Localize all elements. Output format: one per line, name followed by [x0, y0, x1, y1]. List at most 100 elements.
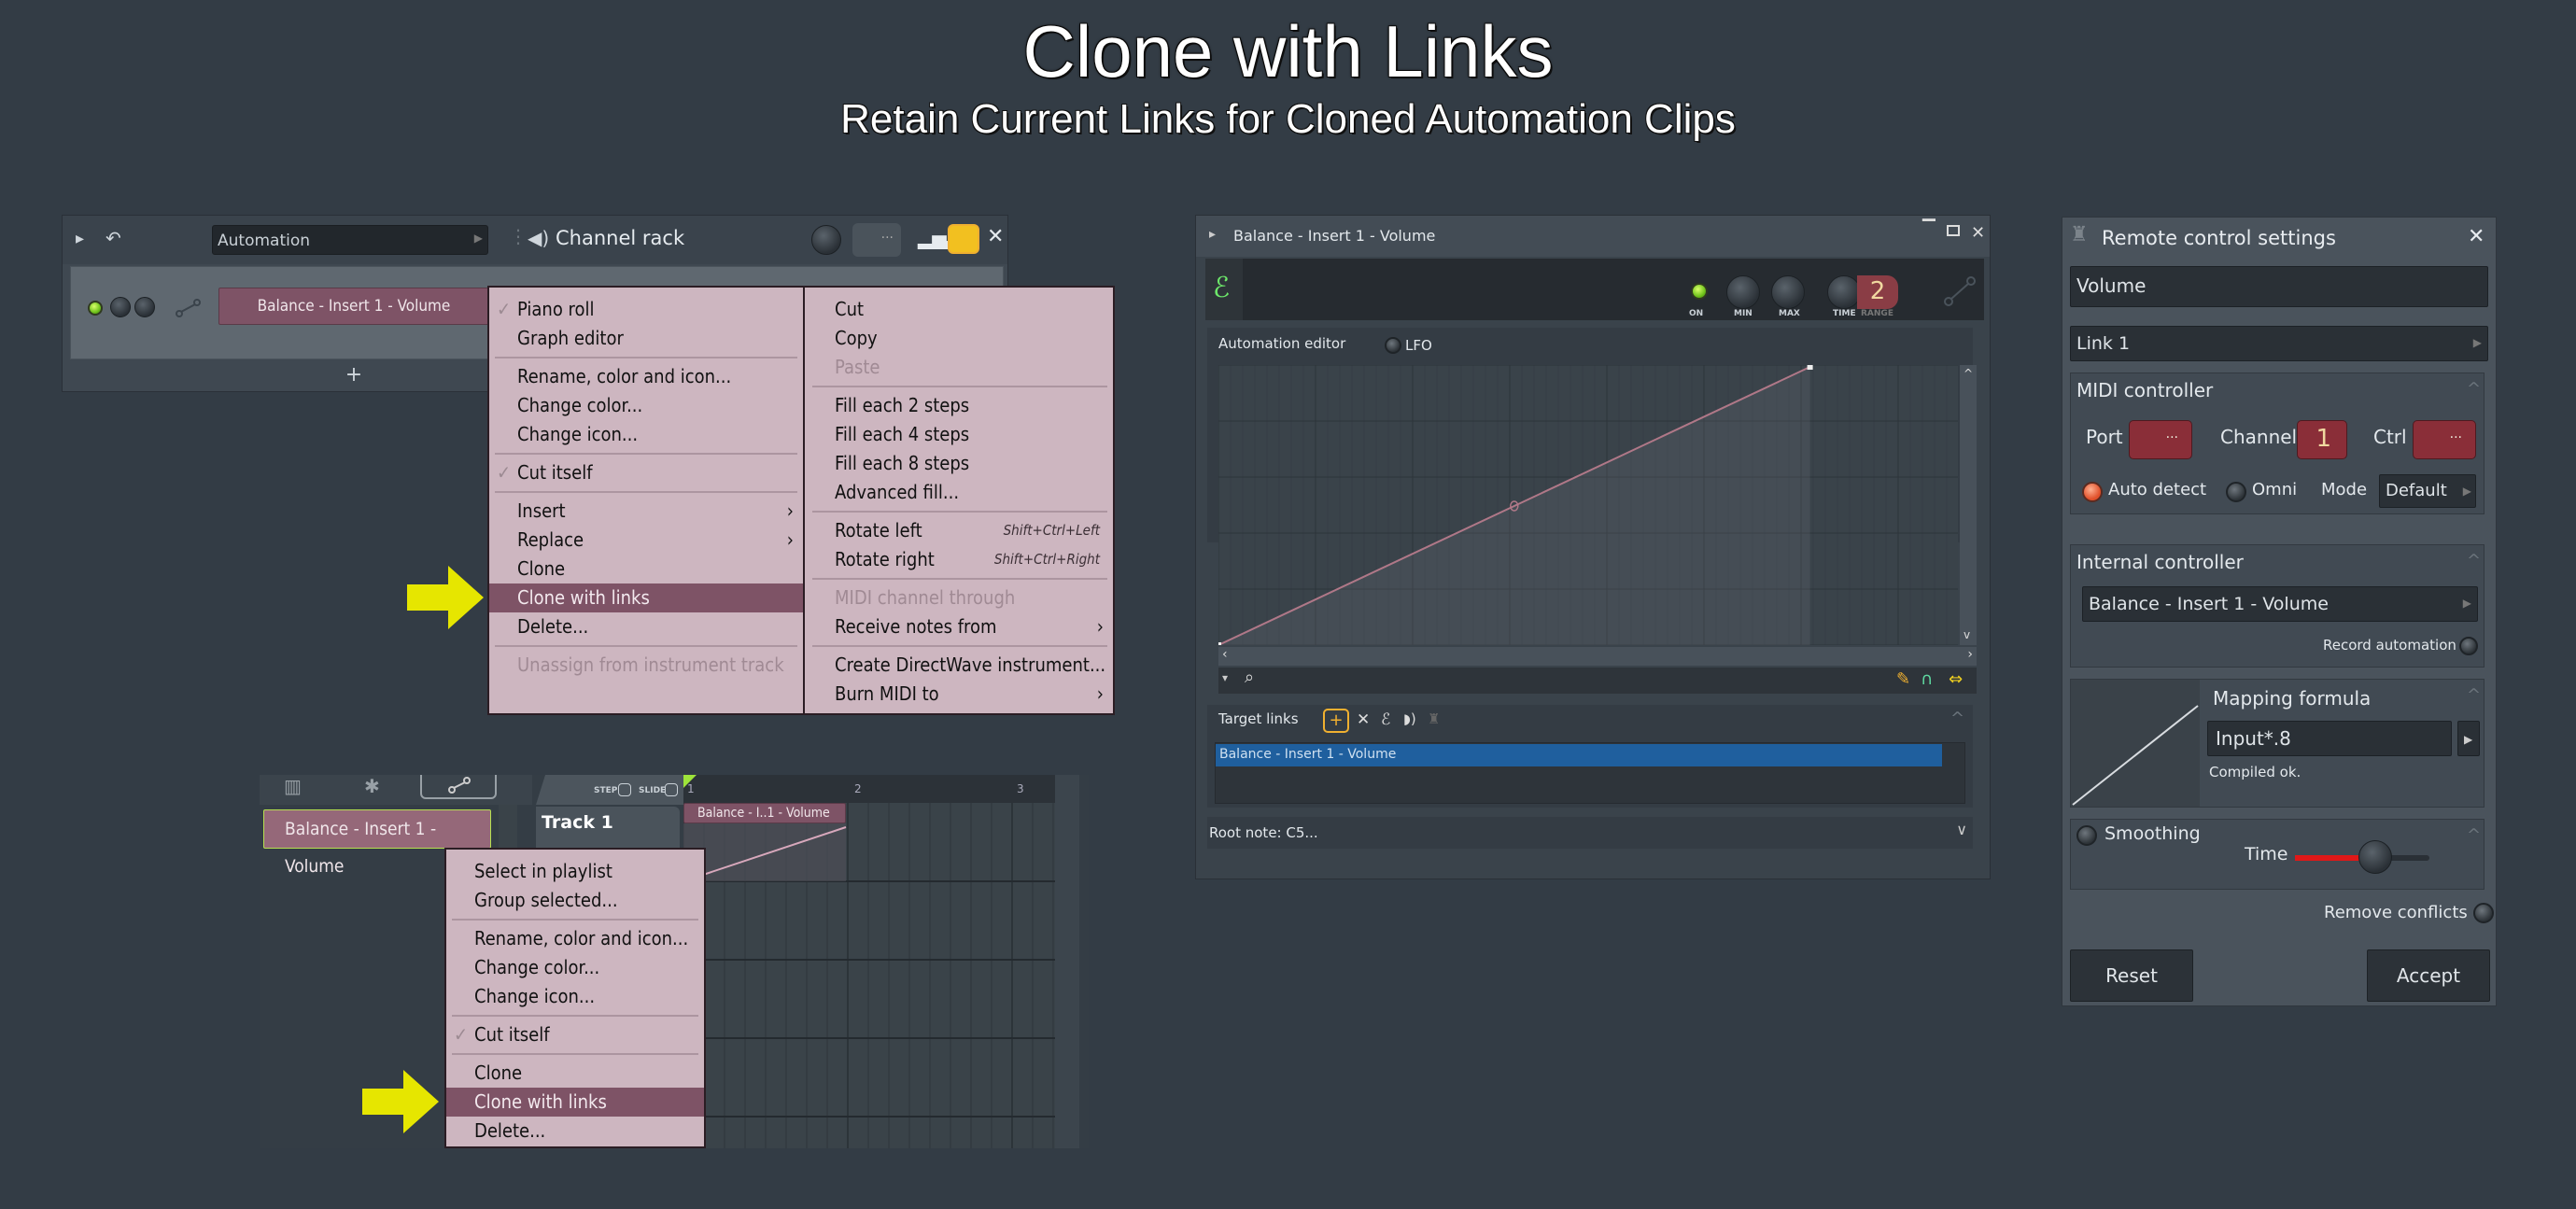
collapse-icon[interactable]: ^ — [2467, 551, 2481, 570]
menu-item-graph-editor[interactable]: Graph editor — [489, 324, 803, 353]
playlist-clip[interactable]: Balance - I..1 - Volume — [683, 803, 846, 823]
menu-item-clone-with-links[interactable]: Clone with links — [489, 583, 803, 612]
channel-selector[interactable]: 1 — [2297, 420, 2347, 459]
collapse-icon[interactable]: ^ — [2467, 379, 2481, 399]
close-icon[interactable]: ✕ — [2468, 225, 2485, 248]
menu-item-delete[interactable]: Delete... — [489, 612, 803, 641]
formula-input[interactable]: Input*.8 — [2207, 721, 2452, 756]
close-icon[interactable]: ✕ — [987, 225, 1004, 248]
menu-item-clone[interactable]: Clone — [489, 555, 803, 583]
menu-item-clone-with-links[interactable]: Clone with links — [446, 1088, 704, 1117]
link-select[interactable]: Link 1 ▶ — [2070, 326, 2488, 361]
root-note-bar[interactable]: Root note: C5... ∨ — [1207, 817, 1973, 849]
port-selector[interactable]: ··· — [2129, 420, 2192, 459]
minimize-icon[interactable]: ▔ — [1922, 219, 1936, 239]
drag-handle-icon[interactable]: ⋮ — [509, 225, 528, 247]
menu-item-rotate-left[interactable]: Rotate left Shift+Ctrl+Left — [807, 516, 1113, 545]
min-knob[interactable] — [1726, 275, 1760, 309]
menu-item-rotate-right[interactable]: Rotate right Shift+Ctrl+Right — [807, 545, 1113, 574]
playlist-scrollbar[interactable] — [1055, 775, 1079, 1148]
slider-handle[interactable] — [2358, 840, 2392, 874]
add-channel-button[interactable]: + — [343, 363, 365, 387]
speaker-icon[interactable]: ◀) — [528, 227, 549, 249]
smoothing-time-slider[interactable] — [2295, 840, 2429, 874]
wrench-icon[interactable]: ℰ — [1213, 272, 1230, 304]
link-input-icon[interactable]: ◗) — [1403, 710, 1416, 727]
menu-item-burn-midi-to[interactable]: Burn MIDI to › — [807, 680, 1113, 709]
lfo-toggle[interactable] — [1385, 337, 1401, 354]
menu-item-delete[interactable]: Delete... — [446, 1117, 704, 1146]
remove-conflicts-toggle[interactable] — [2473, 903, 2494, 923]
horizontal-scrollbar[interactable]: ‹ › — [1218, 647, 1977, 666]
mode-select[interactable]: Default ▶ — [2379, 474, 2476, 508]
time-knob[interactable] — [1827, 275, 1861, 309]
menu-item-advanced-fill[interactable]: Advanced fill... — [807, 478, 1113, 507]
collapse-icon[interactable]: ^ — [2467, 825, 2481, 845]
menu-item-copy[interactable]: Copy — [807, 324, 1113, 353]
on-led[interactable] — [1691, 283, 1708, 300]
envelope-point[interactable] — [1807, 365, 1813, 370]
close-icon[interactable]: ✕ — [1971, 223, 1985, 243]
menu-item-cut[interactable]: Cut — [807, 295, 1113, 324]
menu-item-rename-color-and-icon[interactable]: Rename, color and icon... — [489, 362, 803, 391]
menu-item-clone[interactable]: Clone — [446, 1059, 704, 1088]
menu-item-replace[interactable]: Replace › — [489, 526, 803, 555]
menu-item-cut-itself[interactable]: ✓ Cut itself — [446, 1020, 704, 1049]
timeline-ruler[interactable]: 1 2 3 — [683, 775, 1055, 803]
range-display[interactable]: 2 — [1857, 275, 1898, 309]
ctrl-selector[interactable]: ··· — [2413, 420, 2476, 459]
accept-button[interactable]: Accept — [2367, 949, 2490, 1002]
menu-item-change-color[interactable]: Change color... — [446, 953, 704, 982]
menu-item-fill-each-2-steps[interactable]: Fill each 2 steps — [807, 391, 1113, 420]
menu-item-change-color[interactable]: Change color... — [489, 391, 803, 420]
scroll-left-icon[interactable]: ‹ — [1222, 647, 1228, 662]
menu-item-change-icon[interactable]: Change icon... — [446, 982, 704, 1011]
collapse-icon[interactable]: ^ — [1950, 709, 1964, 728]
menu-item-fill-each-4-steps[interactable]: Fill each 4 steps — [807, 420, 1113, 449]
remove-link-icon[interactable]: ✕ — [1357, 710, 1370, 729]
undo-icon[interactable]: ↶ — [106, 227, 121, 249]
max-knob[interactable] — [1771, 275, 1805, 309]
internal-controller-select[interactable]: Balance - Insert 1 - Volume ▶ — [2082, 586, 2478, 622]
record-automation-toggle[interactable] — [2459, 637, 2478, 655]
automation-tab[interactable] — [420, 775, 497, 799]
vertical-scrollbar[interactable]: ^ v — [1960, 365, 1977, 645]
menu-item-rename-color-and-icon[interactable]: Rename, color and icon... — [446, 924, 704, 953]
menu-item-create-directwave-instrument[interactable]: Create DirectWave instrument... — [807, 651, 1113, 680]
add-link-button[interactable]: + — [1323, 709, 1349, 733]
pencil-icon[interactable]: ✎ — [1896, 669, 1910, 689]
options-arrow-icon[interactable]: ▾ — [1222, 671, 1228, 684]
name-field[interactable]: Volume — [2070, 266, 2488, 307]
auto-detect-radio[interactable] — [2082, 482, 2103, 502]
wrench-icon[interactable]: ℰ — [1381, 710, 1390, 729]
magnet-icon[interactable]: ∩ — [1921, 669, 1933, 689]
target-link-item[interactable]: Balance - Insert 1 - Volume — [1216, 744, 1942, 766]
playlist-grid[interactable]: Balance - I..1 - Volume — [683, 803, 1055, 1148]
stretch-icon[interactable]: ⇔ — [1949, 669, 1963, 689]
menu-item-cut-itself[interactable]: ✓ Cut itself — [489, 458, 803, 487]
slide-toggle[interactable] — [665, 783, 678, 796]
step-sequencer-icon[interactable] — [948, 224, 979, 254]
envelope-graph[interactable] — [1218, 365, 1958, 645]
audio-icon[interactable]: ✱ — [364, 775, 380, 797]
menu-item-change-icon[interactable]: Change icon... — [489, 420, 803, 449]
play-arrow-icon[interactable]: ▸ — [76, 229, 84, 248]
piano-icon[interactable]: ▥ — [284, 775, 302, 797]
menu-arrow-icon[interactable]: ▸ — [1209, 227, 1216, 242]
menu-item-fill-each-8-steps[interactable]: Fill each 8 steps — [807, 449, 1113, 478]
remote-knob-icon[interactable]: ♜ — [1428, 710, 1440, 727]
formula-presets-button[interactable]: ▶ — [2457, 721, 2480, 756]
step-toggle[interactable] — [618, 783, 631, 796]
envelope-point[interactable] — [1218, 642, 1221, 645]
maximize-icon[interactable] — [1947, 225, 1960, 236]
zoom-icon[interactable]: ⌕ — [1245, 668, 1254, 687]
menu-item-piano-roll[interactable]: ✓ Piano roll — [489, 295, 803, 324]
expand-icon[interactable]: ∨ — [1956, 821, 1967, 838]
automation-editor-tab[interactable]: Automation editor — [1218, 335, 1345, 352]
menu-item-insert[interactable]: Insert › — [489, 497, 803, 526]
scroll-up-icon[interactable]: ^ — [1964, 367, 1973, 380]
scroll-down-icon[interactable]: v — [1964, 628, 1970, 641]
channel-button[interactable]: Balance - Insert 1 - Volume — [218, 288, 489, 325]
collapse-icon[interactable]: ^ — [2467, 685, 2481, 705]
scroll-right-icon[interactable]: › — [1967, 647, 1973, 662]
